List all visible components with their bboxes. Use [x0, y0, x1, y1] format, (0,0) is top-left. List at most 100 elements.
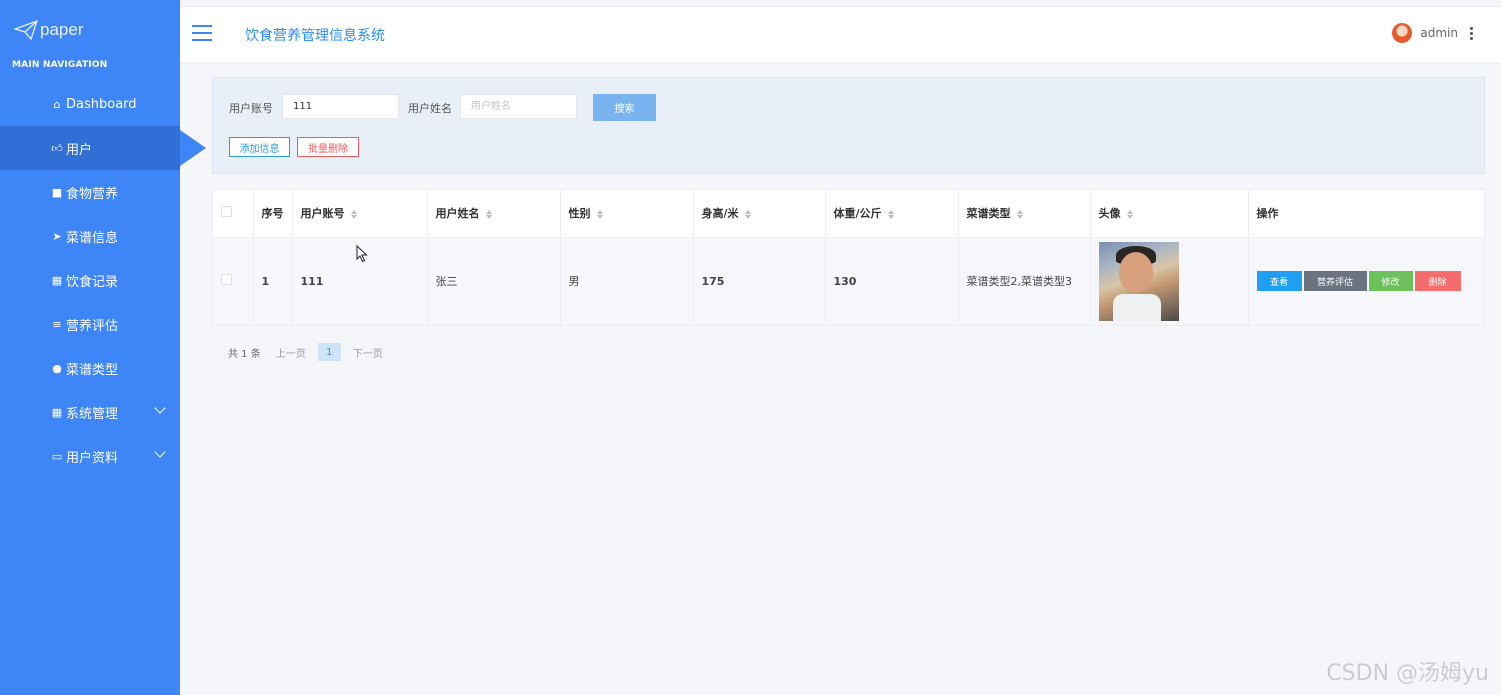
col-actions: 操作	[1248, 190, 1484, 238]
more-vertical-icon[interactable]	[1470, 26, 1473, 40]
col-weight[interactable]: 体重/公斤	[825, 190, 959, 238]
sidebar-item-users[interactable]: 👍︎ 用户	[0, 126, 206, 170]
sidebar-item-label: 饮食记录	[66, 274, 119, 290]
sidebar: paper MAIN NAVIGATION ⌂ Dashboard 👍︎ 用户 …	[0, 0, 206, 695]
send-icon: ➤	[52, 229, 62, 243]
col-name[interactable]: 用户姓名	[427, 190, 561, 238]
sort-icon[interactable]	[596, 209, 603, 219]
sidebar-item-label: 用户	[66, 142, 93, 158]
avatar[interactable]	[1392, 23, 1413, 43]
grid-icon: ▦	[51, 273, 63, 287]
sidebar-item-recipe-info[interactable]: ➤ 菜谱信息	[0, 214, 180, 258]
add-button[interactable]: 添加信息	[229, 137, 290, 157]
table-header-row: 序号 用户账号 用户姓名 性别 身高/米 体重/公斤 菜谱类型 头像 操作	[213, 190, 1484, 238]
select-all-cell[interactable]	[213, 190, 254, 238]
username: admin	[1420, 26, 1458, 40]
select-all-checkbox[interactable]	[221, 206, 232, 218]
sort-icon[interactable]	[887, 209, 894, 219]
user-menu[interactable]: admin	[1392, 23, 1473, 43]
mouse-cursor-icon	[356, 245, 368, 263]
watermark: CSDN @汤姆yu	[1326, 661, 1489, 686]
col-label: 菜谱类型	[966, 207, 1011, 221]
col-account[interactable]: 用户账号	[292, 190, 428, 238]
row-select-cell[interactable]	[213, 237, 254, 325]
next-page-button[interactable]: 下一页	[353, 345, 383, 360]
sidebar-item-label: 菜谱类型	[66, 362, 119, 378]
cell-avatar	[1090, 237, 1249, 325]
menu-toggle-icon[interactable]	[192, 25, 212, 41]
search-panel: 用户账号 用户姓名 搜索 添加信息 批量删除	[212, 77, 1485, 174]
sidebar-item-food-nutrition[interactable]: ■ 食物营养	[0, 170, 180, 214]
nav-heading: MAIN NAVIGATION	[12, 60, 108, 70]
home-icon: ⌂	[53, 97, 61, 111]
sort-icon[interactable]	[1126, 209, 1133, 219]
cell-weight: 130	[825, 237, 959, 325]
id-card-icon: ▭	[51, 449, 63, 463]
evaluate-button[interactable]: 营养评估	[1303, 271, 1367, 292]
sort-icon[interactable]	[744, 209, 751, 219]
data-table: 序号 用户账号 用户姓名 性别 身高/米 体重/公斤 菜谱类型 头像 操作 1 …	[212, 189, 1485, 326]
user-icon: ●	[52, 361, 62, 375]
chevron-down-icon	[154, 402, 166, 414]
prev-page-button[interactable]: 上一页	[276, 345, 306, 360]
sidebar-item-label: Dashboard	[66, 96, 137, 112]
col-label: 性别	[568, 207, 591, 221]
nav-menu: ⌂ Dashboard 👍︎ 用户 ■ 食物营养 ➤ 菜谱信息 ▦ 饮食记录 ≡…	[0, 82, 206, 478]
sidebar-item-label: 营养评估	[66, 318, 119, 334]
col-label: 用户姓名	[435, 207, 480, 221]
delete-button[interactable]: 删除	[1414, 271, 1461, 292]
cell-actions: 查看 营养评估 修改 删除	[1248, 237, 1484, 325]
search-button[interactable]: 搜索	[593, 94, 656, 121]
sidebar-item-system-admin[interactable]: ▦ 系统管理	[0, 390, 180, 434]
user-photo[interactable]	[1098, 241, 1179, 321]
sidebar-item-nutrition-eval[interactable]: ≡ 营养评估	[0, 302, 180, 346]
col-index: 序号	[253, 190, 293, 238]
edit-button[interactable]: 修改	[1368, 271, 1413, 292]
name-label: 用户姓名	[408, 102, 452, 115]
col-recipe-type[interactable]: 菜谱类型	[958, 190, 1091, 238]
cell-name: 张三	[427, 237, 561, 325]
sidebar-item-diet-records[interactable]: ▦ 饮食记录	[0, 258, 180, 302]
col-avatar[interactable]: 头像	[1090, 190, 1249, 238]
sidebar-item-recipe-types[interactable]: ● 菜谱类型	[0, 346, 180, 390]
sidebar-item-user-profile[interactable]: ▭ 用户资料	[0, 434, 180, 478]
list-icon: ≡	[52, 317, 62, 331]
col-height[interactable]: 身高/米	[693, 190, 826, 238]
row-checkbox[interactable]	[221, 274, 232, 286]
sidebar-item-label: 用户资料	[66, 450, 119, 466]
sort-icon[interactable]	[485, 209, 492, 219]
sort-icon[interactable]	[1016, 209, 1023, 219]
col-label: 用户账号	[300, 207, 345, 221]
view-button[interactable]: 查看	[1256, 271, 1302, 292]
pagination: 共 1 条 上一页 1 下一页	[228, 343, 395, 361]
paper-plane-icon	[14, 20, 38, 40]
top-header: 饮食营养管理信息系统 admin	[180, 6, 1501, 62]
thumbs-up-icon: 👍︎	[51, 141, 63, 155]
total-count: 共 1 条	[228, 348, 261, 360]
sidebar-item-label: 菜谱信息	[66, 230, 119, 246]
sidebar-item-label: 食物营养	[66, 186, 119, 202]
system-title: 饮食营养管理信息系统	[245, 28, 385, 44]
col-label: 身高/米	[701, 207, 739, 221]
sidebar-item-label: 系统管理	[66, 406, 119, 422]
table-row: 1 111 张三 男 175 130 菜谱类型2,菜谱类型3 查看 营养评估 修改删…	[213, 237, 1484, 325]
sort-icon[interactable]	[350, 209, 357, 219]
account-label: 用户账号	[229, 102, 273, 115]
col-label: 体重/公斤	[833, 207, 882, 221]
cell-index: 1	[253, 237, 293, 325]
name-input[interactable]	[460, 94, 577, 119]
col-gender[interactable]: 性别	[560, 190, 694, 238]
cell-gender: 男	[560, 237, 694, 325]
account-input[interactable]	[282, 94, 399, 119]
logo[interactable]: paper	[0, 0, 180, 60]
logo-text: paper	[40, 20, 84, 39]
sidebar-item-dashboard[interactable]: ⌂ Dashboard	[0, 82, 180, 126]
batch-delete-button[interactable]: 批量删除	[297, 137, 359, 157]
apps-icon: ▦	[51, 405, 63, 419]
chevron-down-icon	[154, 446, 166, 458]
cell-height: 175	[693, 237, 826, 325]
col-label: 头像	[1098, 207, 1121, 221]
comment-icon: ■	[51, 185, 63, 199]
page-number[interactable]: 1	[317, 343, 341, 361]
cell-recipe-types: 菜谱类型2,菜谱类型3	[958, 237, 1091, 325]
